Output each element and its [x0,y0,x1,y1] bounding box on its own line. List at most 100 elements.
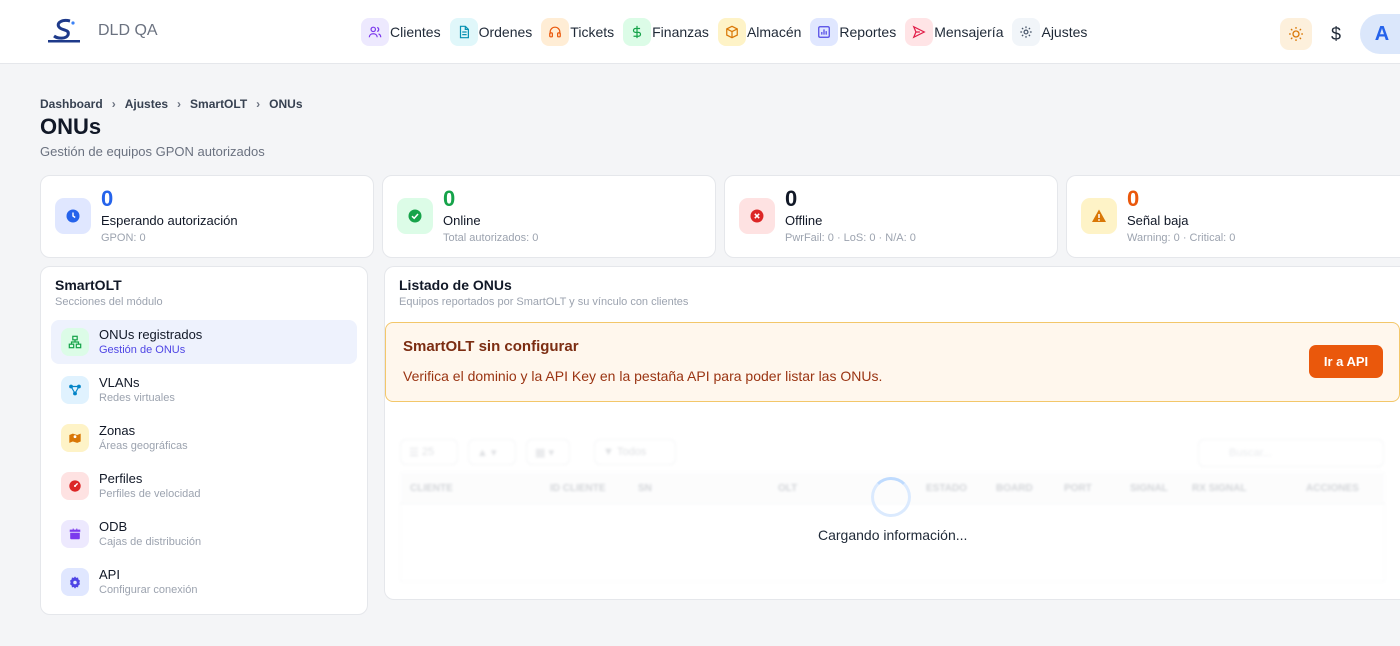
grid-icon: ▦ ▾ [535,446,554,459]
breadcrumb: Dashboard › Ajustes › SmartOLT › ONUs [40,97,303,111]
section-item-vlans[interactable]: VLANs Redes virtuales [51,368,357,412]
nav-tickets[interactable]: Tickets [541,18,618,46]
stat-sub: Total autorizados: 0 [443,232,539,244]
section-label: API [99,567,120,582]
x-circle-icon [739,198,775,234]
sun-icon [1289,27,1303,41]
section-item-onus[interactable]: ONUs registrados Gestión de ONUs [51,320,357,364]
columns-select[interactable]: ▦ ▾ [526,439,570,465]
company-logo[interactable] [46,17,82,45]
chevron-right-icon: › [111,97,116,111]
dollar-icon [623,18,652,46]
search-input[interactable]: Buscar... [1198,439,1384,467]
nav-label: Clientes [390,24,441,40]
check-circle-icon [397,198,433,234]
filter-select[interactable]: ▼ Todos [594,439,676,465]
currency-button[interactable]: $ [1320,18,1352,50]
section-sub: Áreas geográficas [99,440,188,452]
stat-sub: PwrFail: 0 · LoS: 0 · N/A: 0 [785,232,916,244]
section-menu: ONUs registrados Gestión de ONUs VLANs R… [51,320,357,608]
user-avatar[interactable]: A [1360,14,1400,54]
go-to-api-button[interactable]: Ir a API [1309,345,1383,378]
page-title: ONUs [40,114,102,139]
column-header[interactable]: OLT [778,483,797,494]
section-label: Perfiles [99,471,143,486]
clock-icon [55,198,91,234]
nav-ajustes[interactable]: Ajustes [1012,18,1091,46]
section-sub: Gestión de ONUs [99,344,186,356]
chevron-right-icon: › [177,97,182,111]
column-header[interactable]: RX SIGNAL [1192,483,1246,494]
loading-text: Cargando información... [818,527,968,543]
column-header[interactable]: PORT [1064,483,1092,494]
panel-subtitle: Secciones del módulo [55,296,163,308]
section-item-zonas[interactable]: Zonas Áreas geográficas [51,416,357,460]
section-label: Zonas [99,423,136,438]
nav-mensajeria[interactable]: Mensajería [905,18,1007,46]
stat-card-low-signal: 0 Señal baja Warning: 0 · Critical: 0 [1066,175,1400,258]
list-icon: ☰ [409,446,422,459]
stat-value: 0 [785,186,798,211]
loading-spinner [871,477,911,517]
theme-toggle-button[interactable] [1280,18,1312,50]
stat-card-pending: 0 Esperando autorización GPON: 0 [40,175,374,258]
nav-label: Mensajería [934,24,1004,40]
chevron-right-icon: › [256,97,261,111]
nav-clientes[interactable]: Clientes [361,18,445,46]
section-item-api[interactable]: API Configurar conexión [51,560,357,604]
gear-icon [61,568,89,596]
gauge-icon [61,472,89,500]
stat-card-offline: 0 Offline PwrFail: 0 · LoS: 0 · N/A: 0 [724,175,1058,258]
nav-ordenes[interactable]: Ordenes [449,18,537,46]
document-icon [449,18,478,46]
nav-label: Ordenes [478,24,533,40]
stat-label: Online [443,213,481,228]
nav-label: Finanzas [652,24,709,40]
smartolt-sections-panel: SmartOLT Secciones del módulo ONUs regis… [40,266,368,615]
stat-value: 0 [443,186,456,211]
column-header[interactable]: ID CLIENTE [550,483,606,494]
column-header[interactable]: SIGNAL [1130,483,1168,494]
share-nodes-icon [61,376,89,404]
page-size-value: 25 [421,446,435,458]
column-header[interactable]: CLIENTE [410,483,453,494]
section-item-perfiles[interactable]: Perfiles Perfiles de velocidad [51,464,357,508]
main-nav: Clientes Ordenes Tickets Finanzas Almacé… [361,18,1091,46]
alert-title: SmartOLT sin configurar [403,338,579,355]
stat-value: 0 [101,186,114,211]
page-size-select[interactable]: ☰ 25 [400,439,458,465]
map-icon [61,424,89,452]
column-header[interactable]: SN [638,483,652,494]
box-icon [717,18,746,46]
breadcrumb-smartolt[interactable]: SmartOLT [190,97,247,111]
config-warning-alert: SmartOLT sin configurar Verifica el domi… [385,322,1400,402]
warning-icon [1081,198,1117,234]
app-name: DLD QA [98,22,158,39]
column-header: ACCIONES [1306,483,1359,494]
stat-label: Señal baja [1127,213,1189,228]
breadcrumb-dashboard[interactable]: Dashboard [40,97,103,111]
filter-icon: ▼ [603,446,617,458]
topbar-actions: $ A [1280,14,1400,54]
network-icon [61,328,89,356]
nav-label: Tickets [570,24,615,40]
section-label: ODB [99,519,128,534]
nav-almacen[interactable]: Almacén [717,18,805,46]
stat-label: Offline [785,213,823,228]
bar-chart-icon [810,18,839,46]
breadcrumb-ajustes[interactable]: Ajustes [125,97,168,111]
column-header[interactable]: BOARD [996,483,1033,494]
status-filter-select[interactable]: ▲ ▾ [468,439,516,465]
panel-title: Listado de ONUs [399,277,512,293]
stat-sub: Warning: 0 · Critical: 0 [1127,232,1236,244]
nav-finanzas[interactable]: Finanzas [623,18,713,46]
nav-reportes[interactable]: Reportes [810,18,900,46]
top-navbar: DLD QA Clientes Ordenes Tickets Finanzas [0,0,1400,64]
section-item-odb[interactable]: ODB Cajas de distribución [51,512,357,556]
panel-title: SmartOLT [55,277,122,293]
stat-card-online: 0 Online Total autorizados: 0 [382,175,716,258]
gear-icon [1012,18,1041,46]
column-header[interactable]: ESTADO [926,483,967,494]
onu-list-panel: Listado de ONUs Equipos reportados por S… [384,266,1400,600]
alert-text: Verifica el dominio y la API Key en la p… [403,368,883,384]
